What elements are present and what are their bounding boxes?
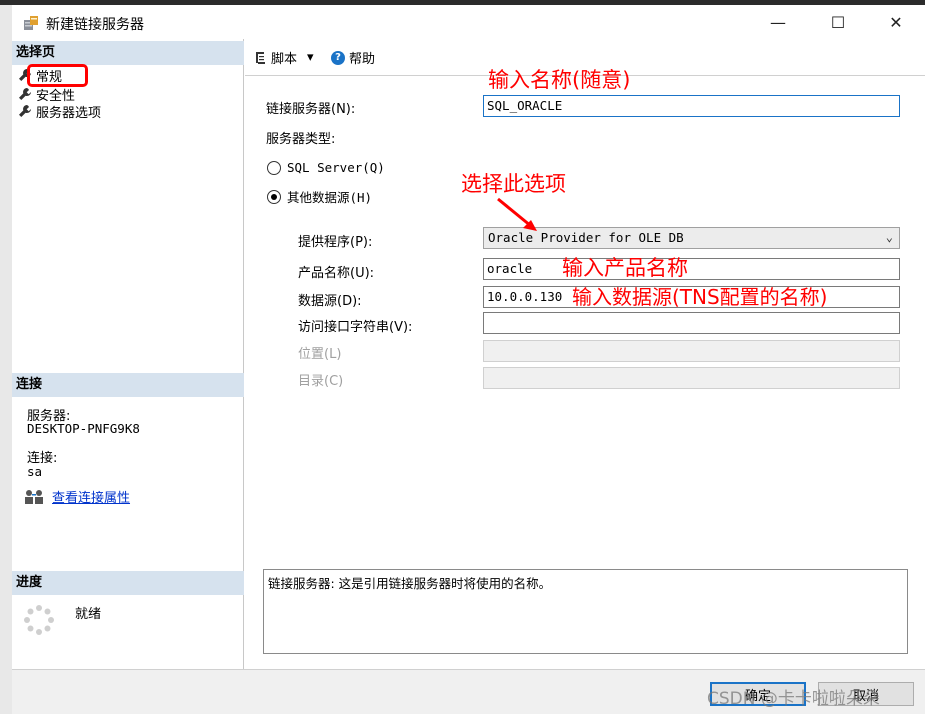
- page-item-label: 服务器选项: [36, 105, 102, 121]
- view-connection-properties[interactable]: 查看连接属性: [24, 487, 130, 506]
- provider-string-label: 访问接口字符串(V):: [298, 320, 413, 335]
- chevron-down-icon[interactable]: ⌄: [886, 230, 893, 244]
- annotation-name-hint: 输入名称(随意): [488, 68, 631, 92]
- annotation-select-hint: 选择此选项: [461, 172, 566, 196]
- provider-string-input[interactable]: [483, 312, 900, 334]
- catalog-input: [483, 367, 900, 389]
- provider-label: 提供程序(P):: [298, 235, 373, 250]
- radio-circle[interactable]: [267, 160, 281, 175]
- radio-label: SQL Server(Q): [287, 160, 385, 175]
- radio-circle-checked[interactable]: [267, 189, 281, 204]
- linked-server-input[interactable]: SQL_ORACLE: [483, 95, 900, 117]
- right-pane: 脚本 ▾ ? 帮助 链接服务器(N): SQL_ORACLE 服务器类型: SQ…: [245, 39, 925, 669]
- radio-other-data-source[interactable]: 其他数据源(H): [267, 187, 372, 206]
- annotation-product-hint: 输入产品名称: [562, 256, 688, 280]
- progress-spinner-icon: [24, 605, 54, 635]
- connection-header: 连接: [12, 373, 244, 397]
- help-label: 帮助: [349, 52, 376, 67]
- background-strip: [0, 5, 12, 714]
- location-label: 位置(L): [298, 347, 342, 362]
- help-icon: ?: [331, 50, 345, 65]
- server-value: DESKTOP-PNFG9K8: [27, 421, 140, 436]
- script-icon: [256, 51, 265, 64]
- product-name-label: 产品名称(U):: [298, 266, 375, 281]
- catalog-label: 目录(C): [298, 374, 344, 389]
- chevron-down-icon[interactable]: ▾: [307, 50, 314, 65]
- product-name-input[interactable]: oracle: [483, 258, 900, 280]
- data-source-label: 数据源(D):: [298, 294, 362, 309]
- progress-header: 进度: [12, 571, 244, 595]
- connection-value: sa: [27, 464, 43, 479]
- radio-sql-server[interactable]: SQL Server(Q): [267, 160, 385, 175]
- close-button[interactable]: ✕: [873, 5, 919, 39]
- page-item-security[interactable]: 安全性: [18, 85, 75, 104]
- radio-label: 其他数据源(H): [287, 190, 373, 205]
- help-button[interactable]: ? 帮助: [331, 48, 375, 67]
- wrench-icon: [19, 88, 31, 100]
- window-title: 新建链接服务器: [46, 17, 144, 33]
- minimize-button[interactable]: —: [755, 5, 801, 39]
- title-bar: 新建链接服务器 — ☐ ✕: [12, 5, 925, 39]
- provider-select[interactable]: Oracle Provider for OLE DB ⌄: [483, 227, 900, 249]
- left-pane: 选择页 常规 安全性 服务器选项 连接 服务器: DESKTOP-PNFG9K8…: [12, 39, 244, 669]
- new-linked-server-dialog: 新建链接服务器 — ☐ ✕ 选择页 常规 安全性 服务器选项 连接 服务器: D…: [0, 0, 925, 714]
- maximize-button[interactable]: ☐: [815, 5, 861, 39]
- annotation-data-source-hint: 输入数据源(TNS配置的名称): [572, 285, 828, 309]
- script-label: 脚本: [271, 52, 298, 67]
- location-input: [483, 340, 900, 362]
- connection-icon: [25, 489, 43, 504]
- view-connection-properties-link[interactable]: 查看连接属性: [52, 487, 130, 506]
- progress-status: 就绪: [75, 607, 102, 622]
- description-box: 链接服务器: 这是引用链接服务器时将使用的名称。: [263, 569, 908, 654]
- select-page-header: 选择页: [12, 41, 244, 65]
- server-type-label: 服务器类型:: [266, 132, 336, 147]
- watermark: CSDN @卡卡啦啦朵朵: [707, 689, 880, 709]
- app-icon: [24, 16, 38, 30]
- linked-server-label: 链接服务器(N):: [266, 102, 356, 117]
- script-button[interactable]: 脚本 ▾: [253, 48, 314, 67]
- arrow-icon: [497, 197, 537, 231]
- general-highlight-box: [27, 64, 88, 87]
- page-item-server-options[interactable]: 服务器选项: [18, 102, 102, 121]
- wrench-icon: [19, 105, 31, 117]
